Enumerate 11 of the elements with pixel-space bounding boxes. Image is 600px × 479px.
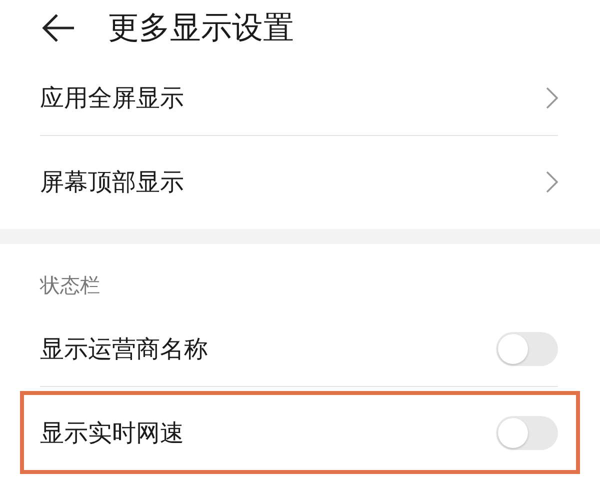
toggle-switch[interactable] [496,416,558,450]
toggle-switch[interactable] [496,332,558,366]
back-icon[interactable] [42,13,76,43]
setting-label[interactable]: 应用全屏显示 [40,82,184,114]
page-title: 更多显示设置 [108,9,294,48]
chevron-icon [546,86,558,108]
setting-label[interactable]: 显示运营商名称 [40,332,208,364]
chevron-icon [546,170,558,192]
setting-label[interactable]: 屏幕顶部显示 [40,166,184,198]
section-label: 状态栏 [38,272,101,299]
setting-label[interactable]: 显示实时网速 [40,416,184,448]
